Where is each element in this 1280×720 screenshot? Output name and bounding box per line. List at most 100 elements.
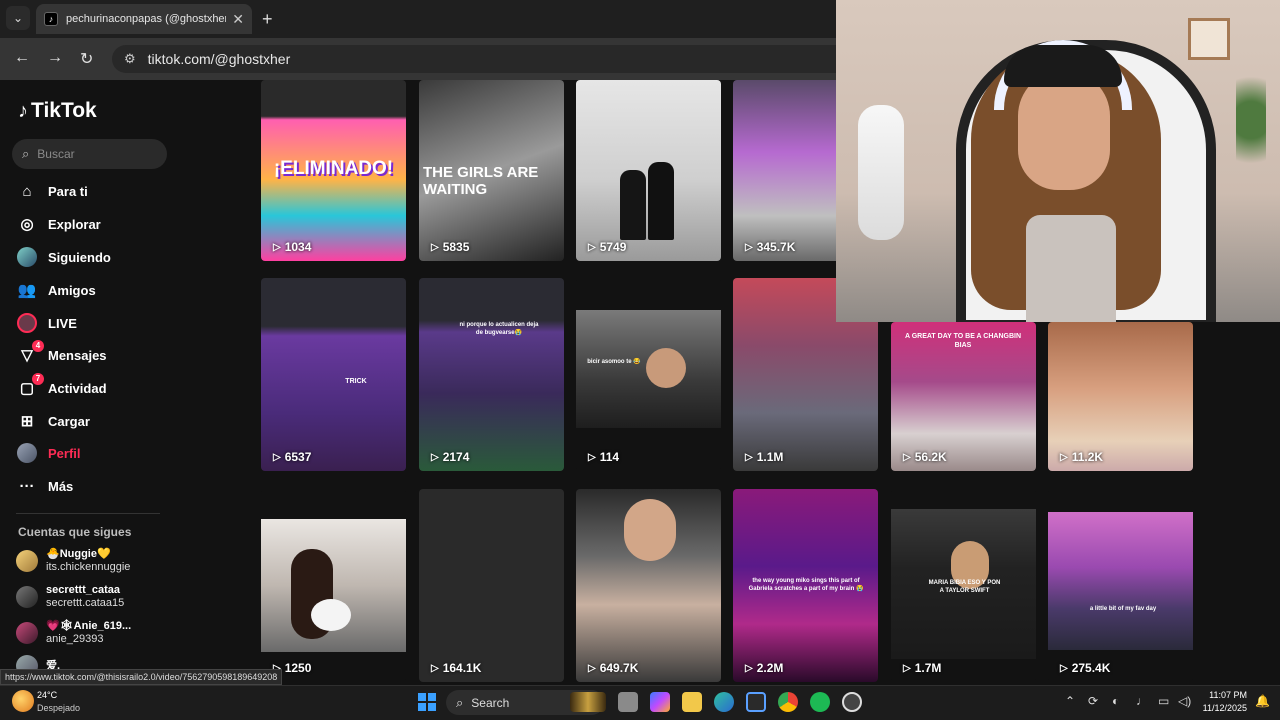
video-card[interactable]: ¡ELIMINADO! ▷ 1034 (261, 80, 406, 261)
account-name: 🐣Nuggie💛 (46, 548, 111, 560)
notification-icon[interactable]: 🔔 (1255, 694, 1270, 708)
following-account[interactable]: 💗🕸Anie_619... anie_29393 (16, 620, 131, 646)
profile-avatar-icon (16, 442, 38, 464)
network-icon[interactable]: ▭ (1158, 694, 1169, 708)
video-caption: MARIA BIBIA ESO Y PON A TAYLOR SWIFT (928, 580, 1001, 594)
video-card[interactable]: ▷ 11.2K (1048, 322, 1193, 471)
tab-title: pechurinaconpapas (@ghostxher) | TikTok (66, 13, 227, 25)
video-card[interactable]: THE GIRLS ARE WAITING ▷ 5835 (419, 80, 564, 261)
more-icon: ··· (19, 477, 35, 495)
avatar (16, 550, 38, 572)
video-caption: bicir asomoo te 😂 (587, 359, 641, 365)
video-caption: A GREAT DAY TO BE A CHANGBIN BIAS (904, 333, 1022, 349)
clock-time[interactable]: 11:07 PM (1203, 690, 1247, 700)
chevron-up-icon[interactable]: ⌃ (1065, 694, 1075, 708)
video-card[interactable]: TRICK ▷ 6537 (261, 278, 406, 471)
nav-actividad[interactable]: ▢ 7 Actividad (16, 373, 107, 401)
tab-search-button[interactable]: ⌄ (6, 6, 30, 30)
site-info-icon[interactable]: ⚙ (124, 51, 136, 67)
back-button[interactable]: ← (14, 49, 30, 67)
nav-label: Más (48, 478, 74, 494)
new-tab-button[interactable]: + (262, 9, 273, 30)
activity-icon: ▢ 7 (16, 373, 44, 399)
plant (1236, 60, 1266, 180)
video-card[interactable]: ni porque lo actualicen deja de bugvears… (419, 278, 564, 471)
task-view-icon[interactable] (618, 692, 638, 712)
play-icon: ▷ (1060, 451, 1068, 463)
forward-button[interactable]: → (47, 49, 63, 67)
nav-explorar[interactable]: ◎ Explorar (16, 211, 100, 237)
divider (16, 513, 160, 514)
tiktok-icon: ♪ (18, 99, 28, 122)
nav-para-ti[interactable]: ⌂ Para ti (16, 178, 87, 204)
weather-icon[interactable] (12, 690, 34, 712)
windows-start-icon[interactable] (418, 693, 436, 711)
nav-label: Siguiendo (48, 249, 111, 265)
volume-icon[interactable]: ◁) (1178, 694, 1191, 708)
view-count: ▷ 164.1K (431, 661, 481, 675)
view-count: ▷ 5749 (588, 240, 626, 254)
edge-icon[interactable] (714, 692, 734, 712)
webcam-overlay (836, 0, 1280, 322)
video-card[interactable]: the way young miko sings this part of Ga… (733, 489, 878, 682)
play-icon: ▷ (903, 451, 911, 463)
url-input[interactable]: ⚙ tiktok.com/@ghostxher (112, 45, 872, 73)
video-card[interactable]: ▷ 1250 (261, 489, 406, 682)
views-text: 11.2K (1071, 450, 1104, 464)
views-text: 6537 (284, 450, 312, 464)
view-count: ▷ 11.2K (1060, 450, 1103, 464)
views-text: 164.1K (442, 661, 482, 675)
copilot-icon[interactable] (650, 692, 670, 712)
spotify-icon[interactable] (810, 692, 830, 712)
nav-live[interactable]: LIVE (16, 310, 77, 336)
video-card[interactable]: bicir asomoo te 😂 ▷ 114 (576, 278, 721, 471)
view-count: ▷ 275.4K (1060, 661, 1110, 675)
video-caption: the way young miko sings this part of Ga… (748, 578, 864, 592)
link-status-bubble: https://www.tiktok.com/@thisisrailo2.0/v… (0, 669, 283, 685)
nav-label: Mensajes (48, 347, 107, 363)
reload-button[interactable]: ↻ (80, 49, 93, 69)
messages-icon: ▽ 4 (16, 340, 44, 366)
following-account[interactable]: secrettt_cataa secrettt.cataa15 (16, 584, 124, 610)
nav-label: Amigos (48, 282, 96, 298)
views-text: 1.7M (914, 661, 942, 675)
account-handle: anie_29393 (46, 633, 104, 645)
clock-date[interactable]: 11/12/2025 (1199, 703, 1247, 713)
video-card[interactable]: ▷ 5749 (576, 80, 721, 261)
chrome-icon[interactable] (778, 692, 798, 712)
wall-picture (1188, 18, 1230, 60)
nav-siguiendo[interactable]: Siguiendo (16, 244, 111, 270)
search-input[interactable]: ⌕ Buscar (12, 139, 167, 169)
video-card[interactable]: ▷ 164.1K (419, 489, 564, 682)
video-card[interactable]: MARIA BIBIA ESO Y PON A TAYLOR SWIFT ▷ 1.… (891, 489, 1036, 682)
account-name: 💗🕸Anie_619... (46, 620, 132, 632)
nav-perfil[interactable]: Perfil (16, 440, 81, 466)
nav-cargar[interactable]: ⊞ Cargar (16, 408, 90, 434)
video-card[interactable]: ▷ 649.7K (576, 489, 721, 682)
view-count: ▷ 1034 (273, 240, 311, 254)
video-card[interactable]: a little bit of my fav day ▷ 275.4K (1048, 489, 1193, 682)
browser-tab[interactable]: ♪ pechurinaconpapas (@ghostxher) | TikTo… (36, 4, 252, 34)
store-icon[interactable] (746, 692, 766, 712)
sync-icon[interactable]: ⟳ (1088, 694, 1098, 708)
nav-mas[interactable]: ··· Más (16, 473, 74, 499)
obs-icon[interactable] (842, 692, 862, 712)
video-card[interactable]: A GREAT DAY TO BE A CHANGBIN BIAS ▷ 56.2K (891, 322, 1036, 471)
close-icon[interactable]: ✕ (232, 11, 244, 28)
following-avatar-icon (16, 246, 38, 268)
file-explorer-icon[interactable] (682, 692, 702, 712)
activity-badge: 7 (32, 373, 44, 385)
view-count: ▷ 1.7M (903, 661, 941, 675)
following-account[interactable]: 🐣Nuggie💛 its.chickennuggie (16, 548, 130, 574)
tiktok-logo[interactable]: ♪ TikTok (18, 99, 97, 123)
avatar (16, 622, 38, 644)
compass-icon: ◎ (20, 216, 34, 233)
microphone-icon[interactable]: ♩ (1136, 694, 1148, 708)
nav-mensajes[interactable]: ▽ 4 Mensajes (16, 340, 107, 368)
app-tray-icon[interactable]: ◐ (1112, 694, 1119, 708)
view-count: ▷ 6537 (273, 450, 311, 464)
nav-amigos[interactable]: 👥 Amigos (16, 277, 96, 303)
view-count: ▷ 5835 (431, 240, 469, 254)
search-highlight-icon[interactable] (570, 692, 606, 712)
views-text: 114 (599, 450, 620, 464)
